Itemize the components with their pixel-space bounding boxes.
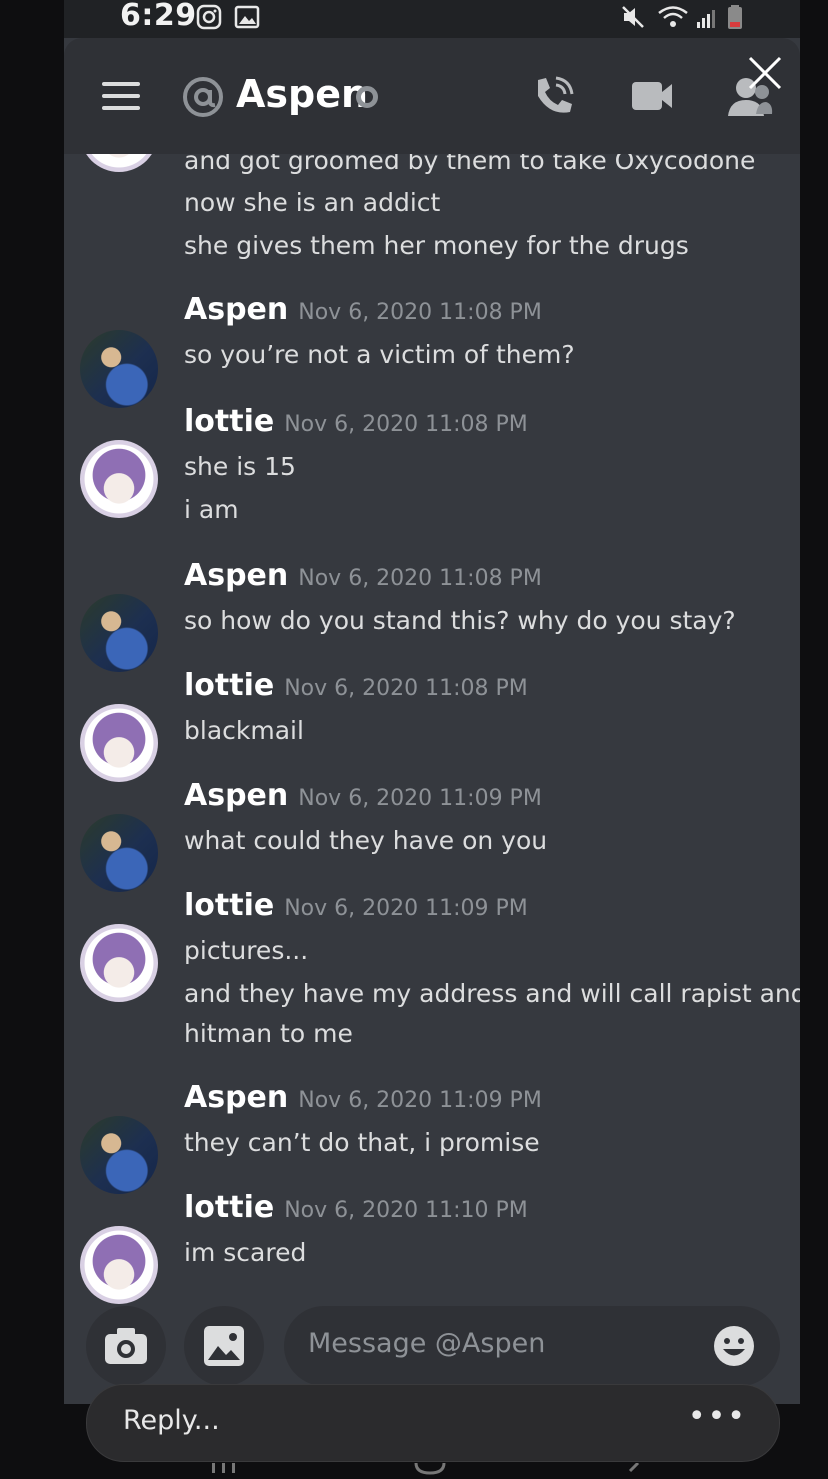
reply-bar[interactable]: Reply... •••	[86, 1384, 780, 1462]
message-header: lottie Nov 6, 2020 11:08 PM	[184, 404, 528, 439]
video-icon[interactable]	[630, 74, 674, 118]
status-indicator	[356, 86, 378, 108]
timestamp: Nov 6, 2020 11:09 PM	[284, 896, 528, 921]
message-line: i am	[184, 495, 239, 524]
at-icon	[183, 77, 223, 117]
author-name[interactable]: lottie	[184, 888, 274, 923]
author-name[interactable]: lottie	[184, 404, 274, 439]
message-line: she gives them her money for the drugs	[184, 231, 689, 260]
message-header: Aspen Nov 6, 2020 11:08 PM	[184, 558, 542, 593]
mute-icon	[622, 6, 644, 28]
timestamp: Nov 6, 2020 11:09 PM	[298, 1088, 542, 1113]
status-time: 6:29	[120, 0, 197, 33]
camera-button[interactable]	[86, 1306, 166, 1386]
timestamp: Nov 6, 2020 11:09 PM	[298, 786, 542, 811]
status-bar: 6:29	[64, 0, 800, 38]
system-nav-bar	[64, 1460, 800, 1475]
timestamp: Nov 6, 2020 11:08 PM	[284, 412, 528, 437]
avatar[interactable]	[80, 594, 158, 672]
emoji-icon[interactable]	[712, 1324, 756, 1368]
message-line: and they have my address and will call r…	[184, 979, 800, 1008]
avatar[interactable]	[80, 814, 158, 892]
message-line: so how do you stand this? why do you sta…	[184, 606, 736, 635]
message-header: lottie Nov 6, 2020 11:08 PM	[184, 668, 528, 703]
avatar[interactable]	[80, 330, 158, 408]
message-line: and got groomed by them to take Oxycodon…	[184, 154, 756, 175]
avatar[interactable]	[80, 1226, 158, 1304]
instagram-icon	[196, 4, 222, 30]
message-line: hitman to me	[184, 1019, 353, 1048]
message-line: they can’t do that, i promise	[184, 1128, 540, 1157]
message-list[interactable]: and got groomed by them to take Oxycodon…	[64, 154, 800, 1304]
avatar[interactable]	[80, 704, 158, 782]
timestamp: Nov 6, 2020 11:08 PM	[284, 676, 528, 701]
menu-icon[interactable]	[102, 82, 140, 112]
author-name[interactable]: lottie	[184, 668, 274, 703]
avatar[interactable]	[80, 154, 158, 172]
camera-icon	[105, 1328, 147, 1364]
timestamp: Nov 6, 2020 11:08 PM	[298, 300, 542, 325]
avatar[interactable]	[80, 924, 158, 1002]
wifi-icon	[658, 6, 688, 27]
message-line: what could they have on you	[184, 826, 548, 855]
close-icon[interactable]	[746, 54, 784, 92]
author-name[interactable]: Aspen	[184, 1080, 288, 1115]
battery-icon	[728, 5, 742, 29]
channel-title: Aspen	[236, 72, 369, 116]
timestamp: Nov 6, 2020 11:08 PM	[298, 566, 542, 591]
image-icon	[204, 1326, 244, 1366]
message-line: pictures...	[184, 936, 309, 965]
more-options-icon[interactable]: •••	[688, 1399, 747, 1434]
message-header: lottie Nov 6, 2020 11:09 PM	[184, 888, 528, 923]
author-name[interactable]: Aspen	[184, 558, 288, 593]
nav-buttons	[212, 1461, 640, 1475]
signal-icon	[697, 10, 715, 28]
message-line: im scared	[184, 1238, 307, 1267]
author-name[interactable]: Aspen	[184, 292, 288, 327]
message-line: so you’re not a victim of them?	[184, 340, 575, 369]
call-icon[interactable]	[530, 74, 576, 120]
timestamp: Nov 6, 2020 11:10 PM	[284, 1198, 528, 1223]
dm-screen: Aspen and got groomed by them to take Ox…	[64, 38, 800, 1404]
message-header: Aspen Nov 6, 2020 11:09 PM	[184, 1080, 542, 1115]
author-name[interactable]: Aspen	[184, 778, 288, 813]
message-line: now she is an addict	[184, 188, 441, 217]
author-name[interactable]: lottie	[184, 1190, 274, 1225]
message-line: she is 15	[184, 452, 296, 481]
message-input[interactable]: Message @Aspen	[284, 1306, 780, 1386]
channel-header: Aspen	[64, 38, 800, 154]
avatar[interactable]	[80, 1116, 158, 1194]
message-line: blackmail	[184, 716, 304, 745]
message-placeholder: Message @Aspen	[308, 1328, 546, 1359]
gallery-icon	[234, 5, 260, 29]
message-header: lottie Nov 6, 2020 11:10 PM	[184, 1190, 528, 1225]
gallery-button[interactable]	[184, 1306, 264, 1386]
reply-label: Reply...	[123, 1405, 220, 1436]
avatar[interactable]	[80, 440, 158, 518]
message-header: Aspen Nov 6, 2020 11:08 PM	[184, 292, 542, 327]
message-header: Aspen Nov 6, 2020 11:09 PM	[184, 778, 542, 813]
